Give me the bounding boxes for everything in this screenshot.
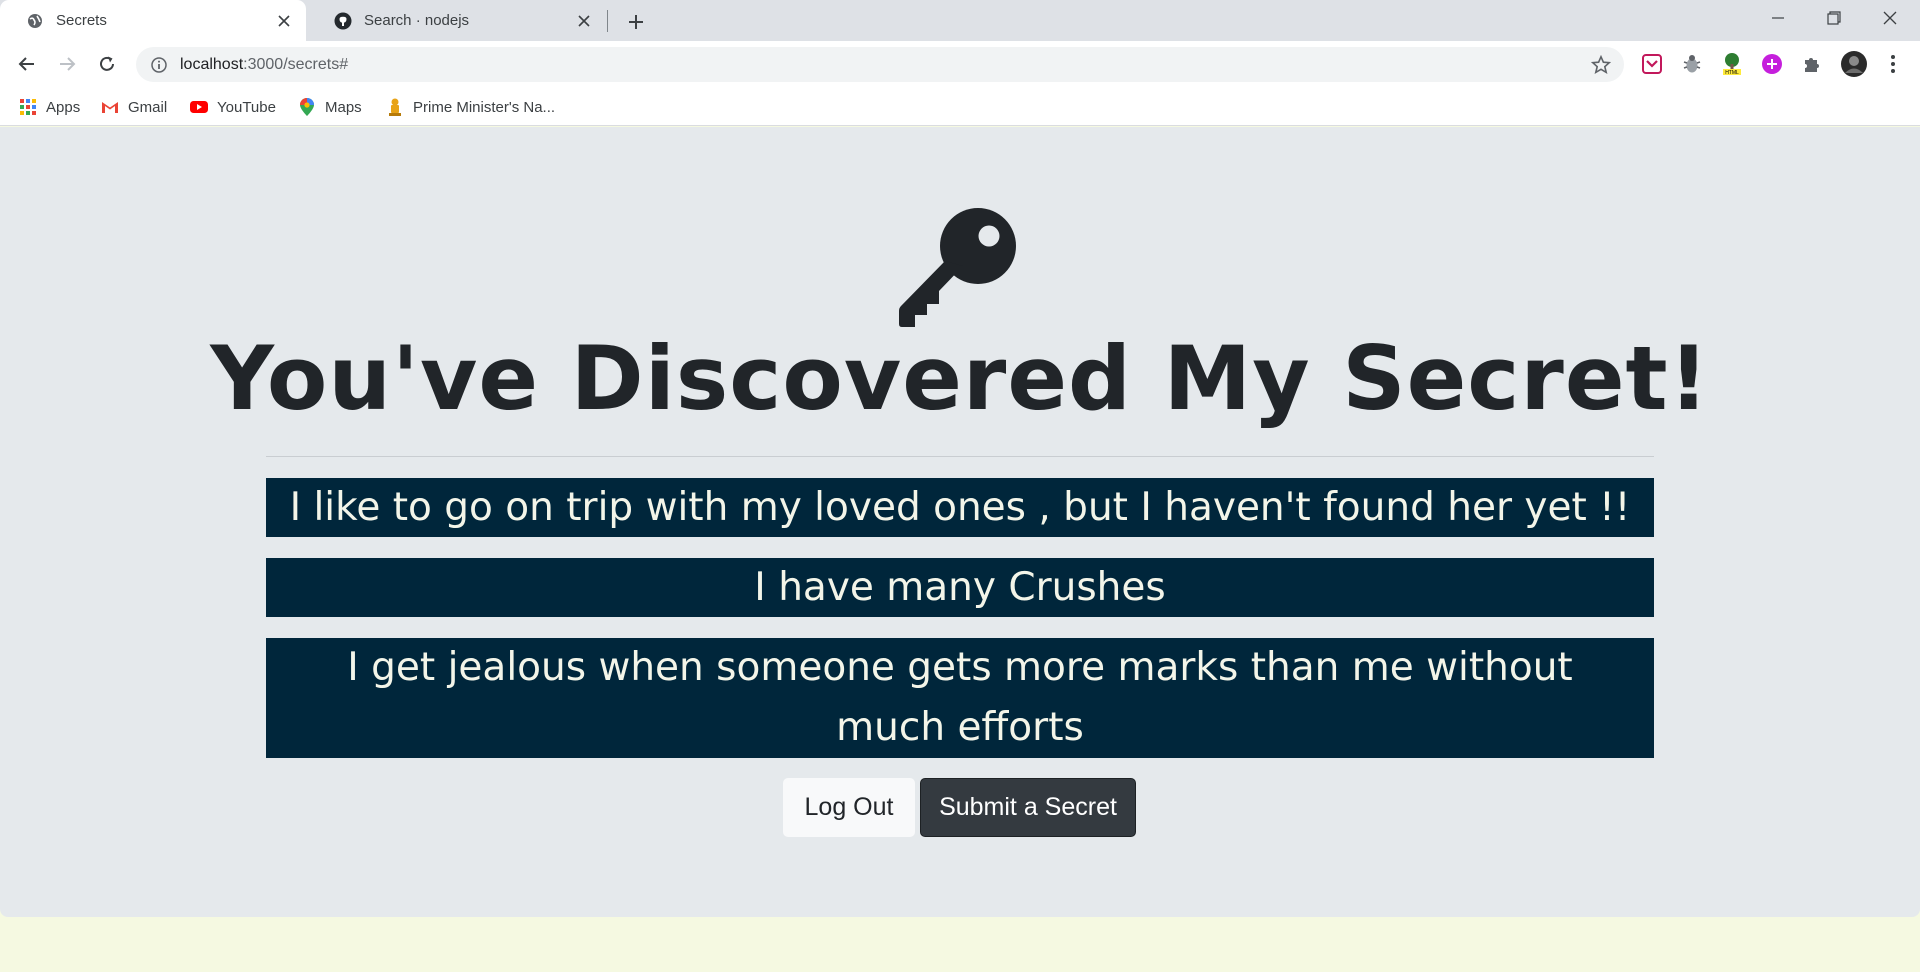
- key-icon: [899, 208, 1016, 327]
- back-button[interactable]: [12, 49, 42, 79]
- close-window-button[interactable]: [1862, 0, 1918, 36]
- page-content: You've Discovered My Secret! I like to g…: [0, 127, 1920, 917]
- purple-ext-icon[interactable]: [1759, 51, 1785, 77]
- secret-text: I get jealous when someone gets more mar…: [347, 645, 1573, 750]
- reload-icon: [100, 56, 114, 71]
- secret-card: I get jealous when someone gets more mar…: [266, 638, 1654, 758]
- bookmark-apps[interactable]: Apps: [19, 96, 80, 118]
- submit-secret-button[interactable]: Submit a Secret: [920, 778, 1136, 837]
- tab-title: Search · nodejs: [364, 12, 470, 29]
- tab-title: Secrets: [56, 12, 107, 29]
- secret-card: I have many Crushes: [266, 558, 1654, 617]
- apps-grid-icon: [19, 98, 37, 116]
- bookmark-label: Apps: [46, 98, 81, 116]
- emblem-icon: [386, 98, 404, 116]
- tab-strip: Secrets Search · nodejs: [0, 0, 1920, 41]
- secret-text: I have many Crushes: [754, 565, 1166, 610]
- globe-icon: [26, 12, 44, 30]
- restore-button[interactable]: [1806, 0, 1862, 36]
- forward-button[interactable]: [52, 49, 82, 79]
- maps-icon: [298, 98, 316, 116]
- more-vertical-icon: [1891, 55, 1895, 73]
- bookmark-label: YouTube: [217, 98, 276, 116]
- gmail-icon: [101, 98, 119, 116]
- svg-text:HTML: HTML: [1725, 70, 1739, 76]
- close-icon: [1883, 11, 1897, 25]
- menu-button[interactable]: [1880, 51, 1906, 77]
- reload-button[interactable]: [92, 49, 122, 79]
- minimize-button[interactable]: [1750, 0, 1806, 36]
- bookmark-youtube[interactable]: YouTube: [190, 96, 276, 118]
- tab-search-nodejs[interactable]: Search · nodejs: [308, 0, 606, 41]
- bug-icon[interactable]: [1679, 51, 1705, 77]
- bookmark-label: Gmail: [128, 98, 168, 116]
- secret-card: I like to go on trip with my loved ones …: [266, 478, 1654, 537]
- bookmark-prime-minister[interactable]: Prime Minister's Na...: [386, 96, 555, 118]
- youtube-icon: [190, 98, 208, 116]
- url-host: localhost: [180, 55, 244, 73]
- bookmark-label: Maps: [325, 98, 362, 116]
- url-path: :3000/secrets#: [243, 55, 349, 73]
- bookmarks-bar: Apps Gmail YouTube Maps Prime Minister's…: [0, 88, 1920, 126]
- address-bar[interactable]: localhost:3000/secrets#: [136, 47, 1624, 82]
- pocket-icon[interactable]: [1639, 51, 1665, 77]
- page-title: You've Discovered My Secret!: [210, 327, 1710, 430]
- github-icon: [334, 12, 352, 30]
- url-text: localhost:3000/secrets#: [180, 56, 348, 74]
- restore-icon: [1827, 11, 1841, 25]
- arrow-right-icon: [60, 57, 76, 71]
- arrow-left-icon: [18, 57, 34, 71]
- puzzle-icon[interactable]: [1799, 51, 1825, 77]
- new-tab-button[interactable]: [622, 8, 650, 36]
- tab-secrets[interactable]: Secrets: [0, 0, 306, 41]
- secret-text: I like to go on trip with my loved ones …: [289, 485, 1631, 530]
- browser-toolbar: localhost:3000/secrets# HTML: [0, 41, 1920, 88]
- plus-icon: [629, 15, 643, 29]
- bookmark-maps[interactable]: Maps: [298, 96, 362, 118]
- logout-button[interactable]: Log Out: [783, 778, 915, 837]
- bookmark-gmail[interactable]: Gmail: [101, 96, 167, 118]
- profile-avatar[interactable]: [1839, 49, 1869, 79]
- bookmark-label: Prime Minister's Na...: [413, 98, 556, 116]
- divider: [266, 456, 1654, 457]
- tab-divider: [607, 10, 608, 32]
- minimize-icon: [1772, 17, 1784, 19]
- close-tab-icon[interactable]: [574, 11, 594, 31]
- tree-icon[interactable]: HTML: [1719, 51, 1745, 77]
- info-icon[interactable]: [150, 56, 168, 74]
- close-tab-icon[interactable]: [274, 11, 294, 31]
- bookmark-star-icon[interactable]: [1590, 54, 1612, 76]
